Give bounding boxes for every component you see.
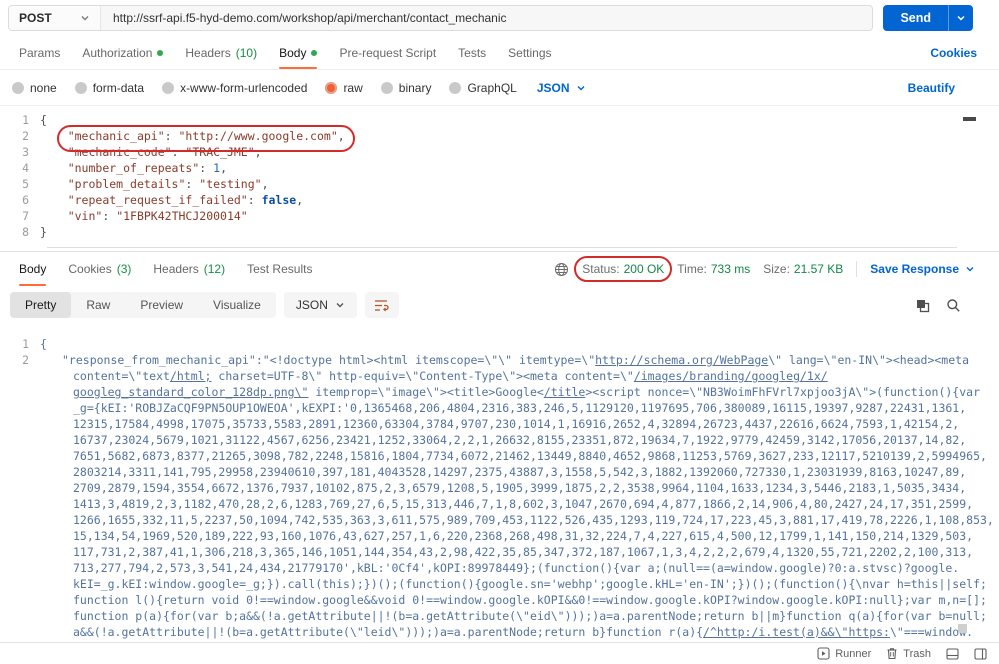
globe-icon: [554, 262, 569, 277]
response-body-viewer[interactable]: 1{2"response_from_mechanic_api":"<!docty…: [0, 324, 999, 642]
trash-button[interactable]: Trash: [886, 647, 931, 660]
wrap-text-button[interactable]: [365, 292, 399, 318]
body-format-dropdown[interactable]: JSON: [537, 81, 586, 95]
response-format-dropdown[interactable]: JSON: [284, 292, 357, 318]
view-raw-button[interactable]: Raw: [71, 292, 125, 318]
time-badge: Time: 733 ms: [677, 262, 750, 276]
request-code: 1{2 "mechanic_api": "http://www.google.c…: [0, 112, 999, 240]
response-headers-count: (12): [204, 262, 225, 276]
radio-graphql[interactable]: GraphQL: [449, 81, 516, 95]
view-pretty-button[interactable]: Pretty: [10, 292, 71, 318]
size-badge: Size: 21.57 KB: [763, 262, 843, 276]
runner-button[interactable]: Runner: [817, 647, 871, 660]
radio-circle-selected: [325, 82, 337, 94]
radio-none[interactable]: none: [12, 81, 57, 95]
body-type-row: none form-data x-www-form-urlencoded raw…: [0, 70, 999, 106]
chevron-down-icon: [335, 300, 345, 310]
tab-response-body[interactable]: Body: [8, 252, 57, 286]
beautify-link[interactable]: Beautify: [908, 81, 955, 95]
tab-test-results[interactable]: Test Results: [236, 252, 323, 286]
status-badge: Status: 200 OK: [582, 262, 664, 276]
radio-circle: [162, 82, 174, 94]
tab-params[interactable]: Params: [8, 36, 71, 69]
radio-circle: [449, 82, 461, 94]
view-visualize-button[interactable]: Visualize: [198, 292, 276, 318]
radio-raw[interactable]: raw: [325, 81, 362, 95]
request-body-editor[interactable]: 1{2 "mechanic_api": "http://www.google.c…: [0, 106, 999, 252]
tab-authorization[interactable]: Authorization: [71, 36, 174, 69]
side-panel-button[interactable]: [974, 648, 987, 660]
tab-pre-request-script[interactable]: Pre-request Script: [328, 36, 447, 69]
console-panel-button[interactable]: [946, 648, 959, 660]
scrollbar-corner[interactable]: [958, 624, 967, 633]
send-button[interactable]: Send: [883, 5, 948, 31]
radio-circle: [381, 82, 393, 94]
tab-response-headers[interactable]: Headers (12): [142, 252, 236, 286]
tab-headers[interactable]: Headers (10): [174, 36, 268, 69]
tab-tests[interactable]: Tests: [447, 36, 497, 69]
radio-binary[interactable]: binary: [381, 81, 432, 95]
radio-x-www-form-urlencoded[interactable]: x-www-form-urlencoded: [162, 81, 307, 95]
status-bar: Runner Trash: [0, 642, 999, 664]
method-dropdown[interactable]: POST: [9, 6, 101, 30]
divider: [856, 261, 857, 277]
editor-divider: [47, 247, 957, 248]
url-input[interactable]: http://ssrf-api.f5-hyd-demo.com/workshop…: [101, 6, 872, 30]
cookies-count: (3): [117, 262, 132, 276]
radio-circle: [12, 82, 24, 94]
view-preview-button[interactable]: Preview: [125, 292, 198, 318]
send-options-button[interactable]: [948, 5, 973, 31]
save-response-button[interactable]: Save Response: [870, 262, 975, 276]
method-label: POST: [19, 11, 52, 25]
chevron-down-icon: [576, 83, 586, 93]
url-group: POST http://ssrf-api.f5-hyd-demo.com/wor…: [8, 5, 873, 31]
response-meta: Status: 200 OK Time: 733 ms Size: 21.57 …: [554, 252, 991, 286]
request-url-bar: POST http://ssrf-api.f5-hyd-demo.com/wor…: [0, 0, 999, 36]
response-tools: [915, 298, 961, 313]
headers-count: (10): [236, 46, 257, 60]
scrollbar-thumb[interactable]: [963, 117, 976, 121]
radio-circle: [75, 82, 87, 94]
runner-icon: [817, 647, 830, 660]
postman-window: POST http://ssrf-api.f5-hyd-demo.com/wor…: [0, 0, 999, 664]
response-tabs: Body Cookies (3) Headers (12) Test Resul…: [0, 252, 999, 286]
search-icon[interactable]: [946, 298, 961, 313]
tab-body[interactable]: Body: [268, 36, 328, 69]
send-button-group: Send: [883, 5, 973, 31]
right-panel-icon: [974, 648, 987, 660]
trash-icon: [886, 647, 898, 660]
view-switcher: Pretty Raw Preview Visualize: [10, 292, 276, 318]
copy-icon[interactable]: [915, 298, 930, 313]
green-status-dot: [157, 50, 163, 56]
request-tabs: Params Authorization Headers (10) Body P…: [0, 36, 999, 70]
response-code: 1{2"response_from_mechanic_api":"<!docty…: [0, 336, 999, 640]
tab-settings[interactable]: Settings: [497, 36, 562, 69]
chevron-down-icon: [965, 264, 975, 274]
cookies-link[interactable]: Cookies: [930, 36, 977, 69]
bottom-panel-icon: [946, 648, 959, 660]
wrap-text-icon: [374, 299, 389, 312]
tab-response-cookies[interactable]: Cookies (3): [57, 252, 142, 286]
response-toolbar: Pretty Raw Preview Visualize JSON: [0, 286, 999, 324]
chevron-down-icon: [80, 13, 90, 23]
radio-form-data[interactable]: form-data: [75, 81, 144, 95]
green-status-dot: [311, 50, 317, 56]
chevron-down-icon: [956, 13, 966, 23]
